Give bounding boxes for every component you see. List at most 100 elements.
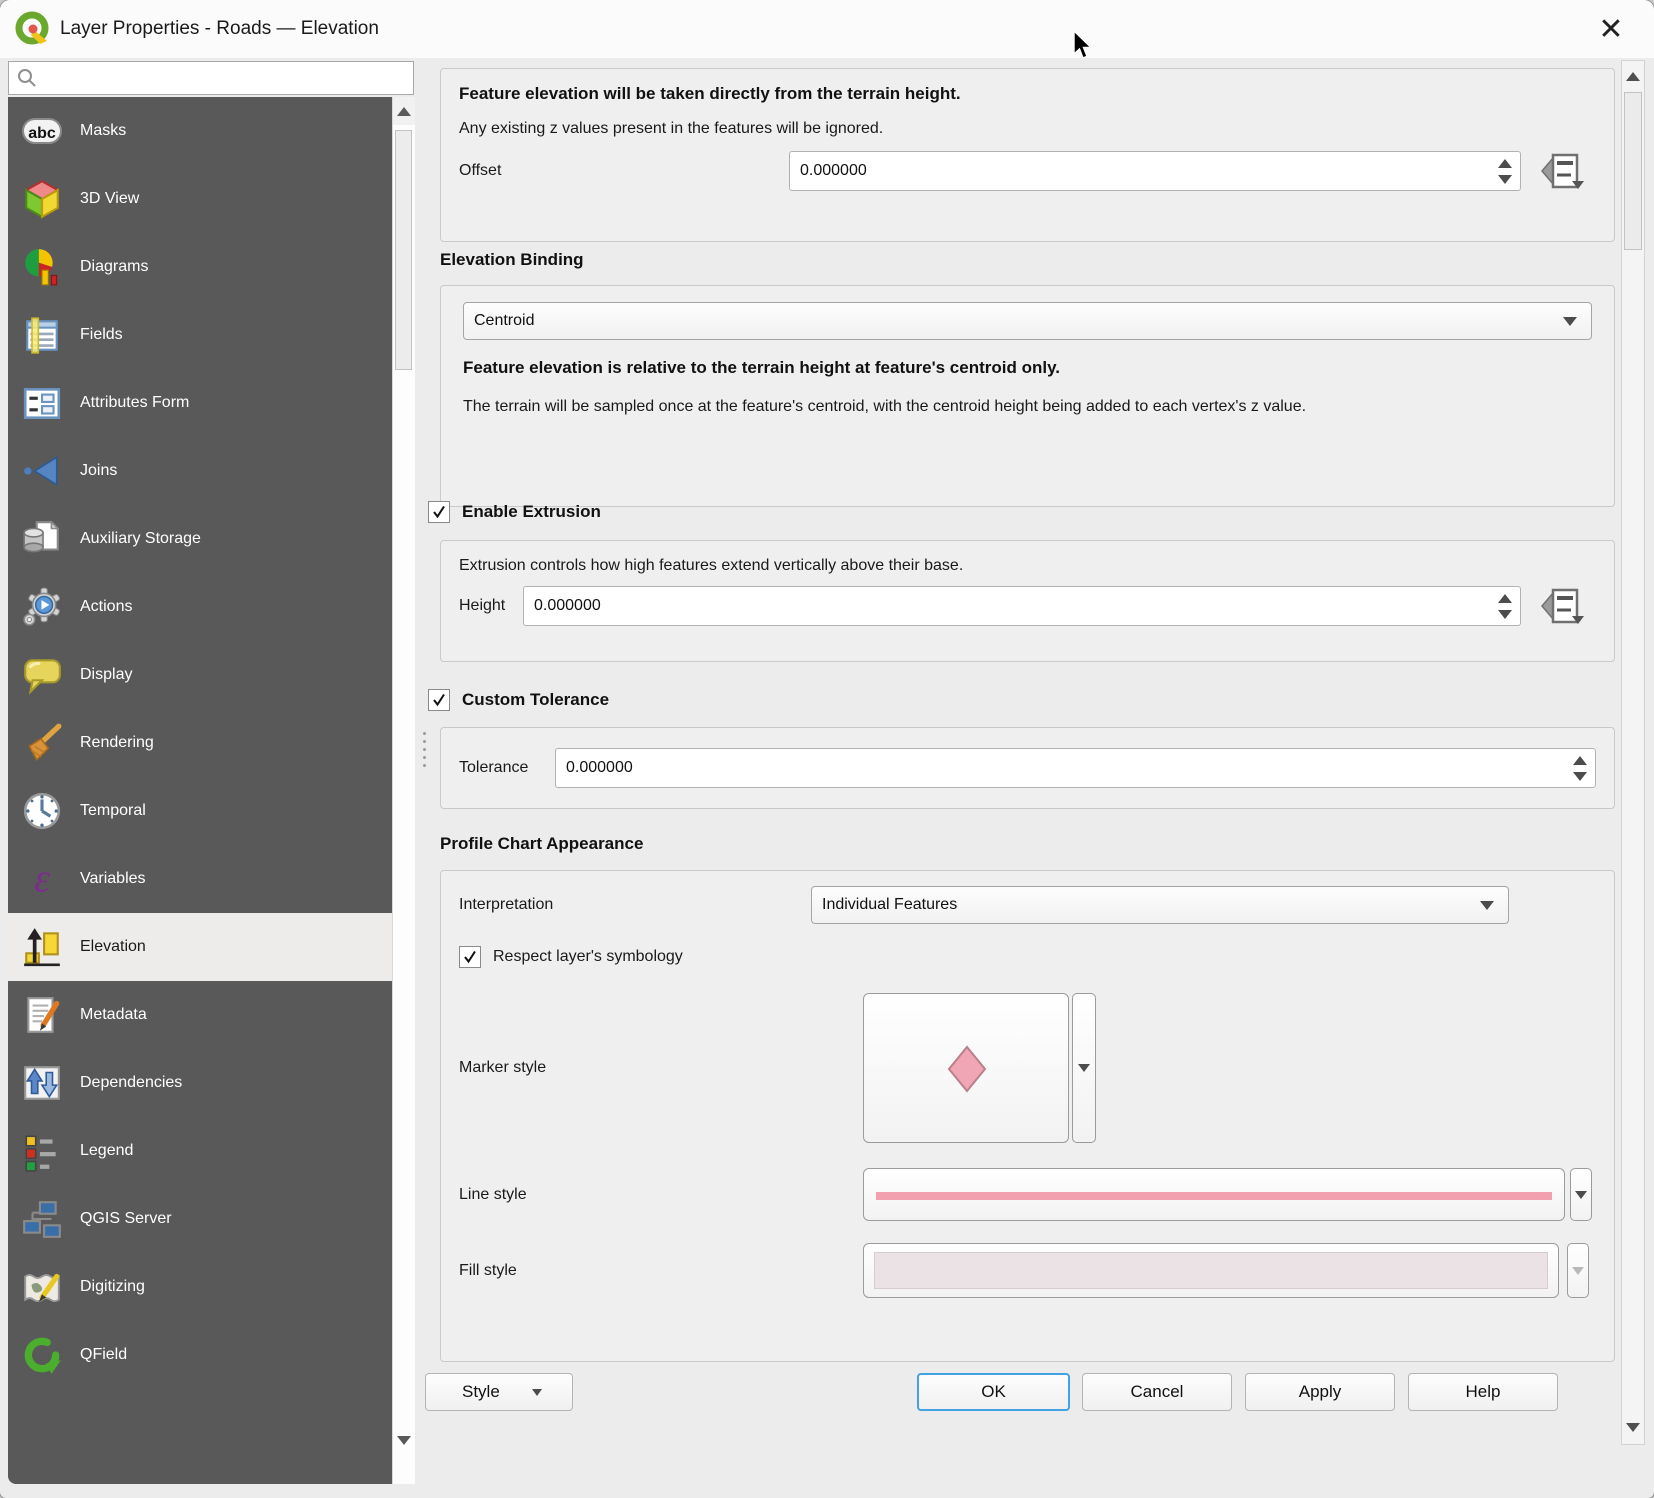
binding-combobox[interactable]: Centroid	[463, 302, 1592, 340]
spin-up-icon[interactable]	[1573, 756, 1587, 765]
height-spinbox[interactable]	[523, 586, 1521, 626]
sidebar-item-rendering[interactable]: Rendering	[8, 709, 392, 777]
custom-tolerance-checkrow[interactable]: Custom Tolerance	[428, 689, 609, 711]
line-style-dropdown-button[interactable]	[1570, 1168, 1592, 1221]
sidebar-item-diagrams[interactable]: Diagrams	[8, 233, 392, 301]
height-input[interactable]	[524, 587, 1490, 625]
diagrams-icon	[20, 245, 64, 289]
sidebar-item-label: Diagrams	[80, 258, 148, 276]
fill-style-preview-button[interactable]	[863, 1243, 1559, 1298]
rendering-icon	[20, 721, 64, 765]
sidebar-item-attributes-form[interactable]: Attributes Form	[8, 369, 392, 437]
sidebar-item-label: Legend	[80, 1142, 133, 1160]
sidebar-scrollbar[interactable]	[392, 97, 415, 1484]
marker-style-label: Marker style	[459, 1059, 863, 1077]
interpretation-label: Interpretation	[459, 896, 811, 914]
fill-style-dropdown-button[interactable]	[1567, 1243, 1589, 1298]
sidebar-scroll-up-icon[interactable]	[393, 97, 415, 125]
sidebar-item-temporal[interactable]: Temporal	[8, 777, 392, 845]
marker-style-preview-button[interactable]	[863, 993, 1069, 1143]
sidebar-item-label: Auxiliary Storage	[80, 530, 201, 548]
tolerance-group: Tolerance	[440, 727, 1615, 809]
scroll-up-icon[interactable]	[1622, 63, 1644, 89]
help-button[interactable]: Help	[1408, 1373, 1558, 1411]
tolerance-input[interactable]	[556, 749, 1565, 787]
qfield-icon	[20, 1333, 64, 1377]
enable-extrusion-checkrow[interactable]: Enable Extrusion	[428, 501, 601, 523]
spin-up-icon[interactable]	[1498, 594, 1512, 603]
elevation-icon	[20, 925, 64, 969]
fields-icon	[20, 313, 64, 357]
sidebar-item-display[interactable]: Display	[8, 641, 392, 709]
line-style-swatch	[876, 1192, 1552, 1200]
checkmark-icon	[462, 949, 478, 965]
sidebar-scrollbar-thumb[interactable]	[395, 130, 412, 370]
sidebar-item-label: Metadata	[80, 1006, 147, 1024]
enable-extrusion-checkbox[interactable]	[428, 501, 450, 523]
interpretation-combobox[interactable]: Individual Features	[811, 886, 1509, 924]
binding-bold-text: Feature elevation is relative to the ter…	[463, 358, 1592, 378]
style-menu-button[interactable]: Style	[425, 1373, 573, 1411]
qgis-logo	[14, 11, 50, 47]
sidebar-item-view3d[interactable]: 3D View	[8, 165, 392, 233]
terrain-group: Feature elevation will be taken directly…	[440, 68, 1615, 242]
apply-button[interactable]: Apply	[1245, 1373, 1395, 1411]
custom-tolerance-checkbox[interactable]	[428, 689, 450, 711]
close-button[interactable]: ✕	[1592, 10, 1630, 48]
sidebar-item-label: Attributes Form	[80, 394, 189, 412]
legend-icon	[20, 1129, 64, 1173]
sidebar-item-masks[interactable]: abcMasks	[8, 97, 392, 165]
search-input[interactable]	[8, 61, 414, 95]
offset-spinbox[interactable]	[789, 151, 1521, 191]
spin-down-icon[interactable]	[1498, 175, 1512, 184]
height-data-defined-override-button[interactable]	[1539, 586, 1585, 626]
chevron-down-icon	[1572, 1267, 1584, 1275]
sidebar-item-qgis-server[interactable]: QGIS Server	[8, 1185, 392, 1253]
sidebar-item-dependencies[interactable]: Dependencies	[8, 1049, 392, 1117]
sidebar-scroll-down-icon[interactable]	[393, 1426, 415, 1454]
sidebar-item-label: Dependencies	[80, 1074, 182, 1092]
respect-symbology-checkrow[interactable]: Respect layer's symbology	[441, 946, 1614, 968]
sidebar-item-fields[interactable]: Fields	[8, 301, 392, 369]
sidebar-item-metadata[interactable]: Metadata	[8, 981, 392, 1049]
offset-data-defined-override-button[interactable]	[1539, 151, 1585, 191]
offset-input[interactable]	[790, 152, 1490, 190]
interpretation-combobox-value: Individual Features	[822, 896, 1480, 914]
splitter-handle[interactable]	[423, 732, 426, 767]
diamond-marker-icon	[864, 994, 1070, 1144]
content-scrollbar[interactable]	[1621, 60, 1645, 1445]
line-style-label: Line style	[459, 1186, 863, 1204]
sidebar-item-actions[interactable]: Actions	[8, 573, 392, 641]
sidebar-item-elevation[interactable]: Elevation	[8, 913, 392, 981]
sidebar-item-label: Variables	[80, 870, 146, 888]
marker-style-dropdown-button[interactable]	[1072, 993, 1096, 1143]
scroll-down-icon[interactable]	[1622, 1414, 1644, 1440]
respect-symbology-checkbox[interactable]	[459, 946, 481, 968]
sidebar-item-legend[interactable]: Legend	[8, 1117, 392, 1185]
sidebar-item-auxiliary-storage[interactable]: Auxiliary Storage	[8, 505, 392, 573]
content-scrollbar-thumb[interactable]	[1624, 92, 1642, 250]
tolerance-spinbox[interactable]	[555, 748, 1596, 788]
sidebar-item-label: QField	[80, 1346, 127, 1364]
view3d-icon	[20, 177, 64, 221]
chevron-down-icon	[1078, 1064, 1090, 1072]
sidebar-item-digitizing[interactable]: Digitizing	[8, 1253, 392, 1321]
sidebar-item-variables[interactable]: ε Variables	[8, 845, 392, 913]
extrusion-description: Extrusion controls how high features ext…	[459, 557, 1596, 575]
sidebar-item-label: Digitizing	[80, 1278, 145, 1296]
spin-up-icon[interactable]	[1498, 159, 1512, 168]
terrain-subtext: Any existing z values present in the fea…	[459, 120, 1596, 138]
ok-button[interactable]: OK	[917, 1373, 1070, 1411]
spin-down-icon[interactable]	[1573, 772, 1587, 781]
sidebar-item-label: 3D View	[80, 190, 139, 208]
variables-icon: ε	[20, 857, 64, 901]
sidebar-item-joins[interactable]: Joins	[8, 437, 392, 505]
profile-chart-group: Interpretation Individual Features Respe…	[440, 870, 1615, 1362]
line-style-preview-button[interactable]	[863, 1168, 1565, 1221]
sidebar-item-qfield[interactable]: QField	[8, 1321, 392, 1389]
spin-down-icon[interactable]	[1498, 610, 1512, 619]
digitizing-icon	[20, 1265, 64, 1309]
cancel-button[interactable]: Cancel	[1082, 1373, 1232, 1411]
binding-combobox-value: Centroid	[474, 312, 1563, 330]
elevation-binding-group: Centroid Feature elevation is relative t…	[440, 285, 1615, 507]
